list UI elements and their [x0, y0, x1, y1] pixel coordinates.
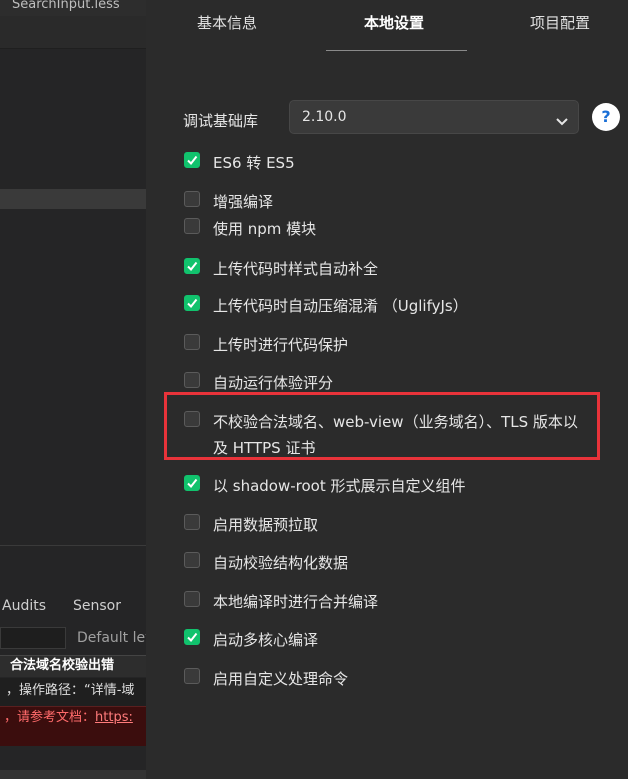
console-filter: Default lev — [0, 624, 146, 652]
checkbox-checked[interactable] — [184, 295, 200, 311]
option-label: 自动运行体验评分 — [213, 374, 334, 392]
base-library-value: 2.10.0 — [302, 109, 347, 125]
chevron-down-icon — [556, 112, 568, 131]
devtools-tabs: Audits Sensor — [0, 592, 146, 620]
option-label: 启动多核心编译 — [213, 631, 319, 649]
checkbox[interactable] — [184, 191, 200, 207]
base-library-label: 调试基础库 — [183, 112, 259, 130]
editor-header — [0, 16, 146, 49]
checkmark-icon — [187, 261, 198, 272]
error-doc-line: ，请参考文档：https: — [0, 706, 146, 746]
tab-basic-info[interactable]: 基本信息 — [197, 12, 257, 33]
bottom-bar — [0, 770, 146, 779]
help-icon[interactable]: ? — [592, 103, 620, 131]
file-tab-label: SearchInput.less — [12, 0, 120, 12]
option-label: 以 shadow-root 形式展示自定义组件 — [213, 477, 466, 495]
checkbox[interactable] — [184, 591, 200, 607]
checkbox[interactable] — [184, 218, 200, 234]
tab-project-config[interactable]: 项目配置 — [530, 12, 590, 33]
selected-row[interactable] — [0, 189, 146, 209]
left-editor-panel: SearchInput.less Audits Sensor Default l… — [0, 0, 147, 779]
file-tab[interactable]: SearchInput.less — [0, 0, 146, 16]
active-tab-underline — [326, 50, 467, 51]
checkbox[interactable] — [184, 514, 200, 530]
option-label: 上传时进行代码保护 — [213, 336, 349, 354]
option-label: 本地编译时进行合并编译 — [213, 593, 379, 611]
checkbox-checked[interactable] — [184, 475, 200, 491]
option-label: 上传代码时自动压缩混淆 （UglifyJs） — [213, 297, 468, 315]
tab-audits[interactable]: Audits — [2, 598, 46, 614]
checkbox[interactable] — [184, 411, 200, 427]
option-label: 使用 npm 模块 — [213, 220, 317, 238]
checkbox[interactable] — [184, 668, 200, 684]
checkbox[interactable] — [184, 552, 200, 568]
error-message: ，操作路径：“详情-域 — [0, 678, 146, 706]
checkmark-icon — [187, 298, 198, 309]
checkbox-checked[interactable] — [184, 152, 200, 168]
checkbox[interactable] — [184, 372, 200, 388]
base-library-select[interactable]: 2.10.0 — [289, 100, 579, 134]
error-doc-link[interactable]: https: — [95, 710, 133, 725]
checkbox-checked[interactable] — [184, 629, 200, 645]
option-label: ES6 转 ES5 — [213, 154, 295, 172]
option-label: 上传代码时样式自动补全 — [213, 260, 379, 278]
tab-sensor[interactable]: Sensor — [73, 598, 121, 614]
option-label: 不校验合法域名、web-view（业务域名）、TLS 版本以及 HTTPS 证书 — [213, 413, 578, 457]
option-label: 自动校验结构化数据 — [213, 554, 349, 572]
option-label: 启用自定义处理命令 — [213, 670, 349, 688]
checkbox[interactable] — [184, 334, 200, 350]
checkbox-checked[interactable] — [184, 258, 200, 274]
tab-local-settings[interactable]: 本地设置 — [364, 12, 424, 33]
checkmark-icon — [187, 155, 198, 166]
option-label: 增强编译 — [213, 193, 274, 211]
settings-panel: 基本信息 本地设置 项目配置 调试基础库 2.10.0 ? ES6 转 ES5 … — [146, 0, 628, 779]
option-label: 启用数据预拉取 — [213, 516, 319, 534]
checkmark-icon — [187, 478, 198, 489]
log-level-select[interactable]: Default lev — [77, 630, 146, 646]
error-title: 合法域名校验出错 — [0, 655, 146, 677]
panel-divider — [0, 545, 146, 546]
error-doc-prefix: ，请参考文档： — [4, 710, 96, 725]
filter-input[interactable] — [0, 627, 66, 649]
checkmark-icon — [187, 632, 198, 643]
